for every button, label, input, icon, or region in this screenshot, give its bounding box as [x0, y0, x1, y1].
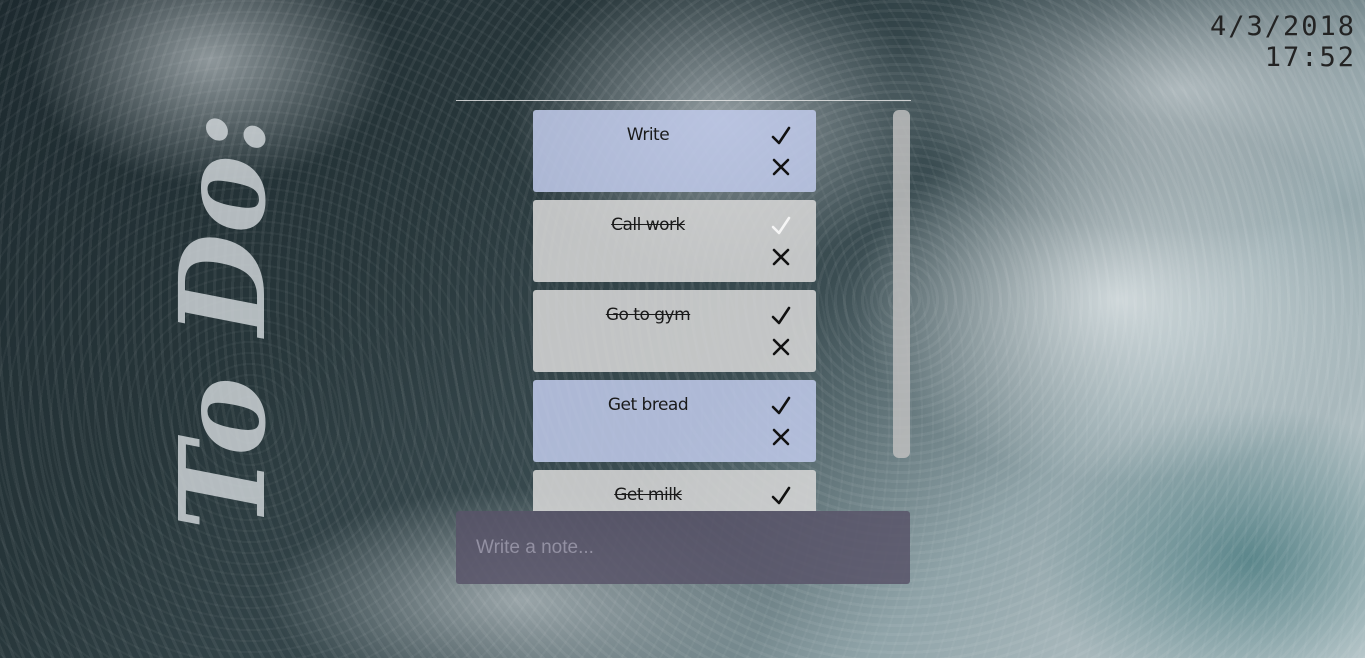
- close-icon: [772, 248, 790, 266]
- list-scrollbar[interactable]: [893, 110, 910, 458]
- todo-item: Call work: [533, 200, 816, 282]
- todo-text: Go to gym: [605, 305, 691, 325]
- close-icon: [772, 158, 790, 176]
- todo-list: Write Call work Go to gym Get bread Get …: [456, 101, 911, 511]
- check-icon: [771, 216, 791, 235]
- check-icon: [771, 306, 791, 325]
- check-icon: [771, 126, 791, 145]
- app-logo: To Do:: [152, 105, 292, 535]
- todo-item: Get bread: [533, 380, 816, 462]
- complete-button[interactable]: [770, 125, 792, 147]
- complete-button[interactable]: [770, 485, 792, 507]
- todo-item: Write: [533, 110, 816, 192]
- todo-text: Write: [626, 125, 670, 145]
- delete-button[interactable]: [770, 336, 792, 358]
- close-icon: [772, 428, 790, 446]
- close-icon: [772, 338, 790, 356]
- delete-button[interactable]: [770, 426, 792, 448]
- delete-button[interactable]: [770, 246, 792, 268]
- time-text: 17:52: [1264, 42, 1356, 73]
- delete-button[interactable]: [770, 156, 792, 178]
- datetime-display: 4/3/2018 17:52: [1210, 11, 1356, 73]
- complete-button[interactable]: [770, 215, 792, 237]
- todo-text: Get milk: [614, 485, 682, 505]
- date-text: 4/3/2018: [1209, 11, 1356, 42]
- note-input[interactable]: [456, 511, 910, 584]
- check-icon: [771, 486, 791, 505]
- logo-svg: To Do:: [153, 111, 292, 530]
- todo-item: Get milk: [533, 470, 816, 511]
- todo-text: Get bread: [607, 395, 689, 415]
- todo-item: Go to gym: [533, 290, 816, 372]
- check-icon: [771, 396, 791, 415]
- complete-button[interactable]: [770, 305, 792, 327]
- logo-text: To Do:: [153, 111, 272, 530]
- complete-button[interactable]: [770, 395, 792, 417]
- todo-text: Call work: [611, 215, 685, 235]
